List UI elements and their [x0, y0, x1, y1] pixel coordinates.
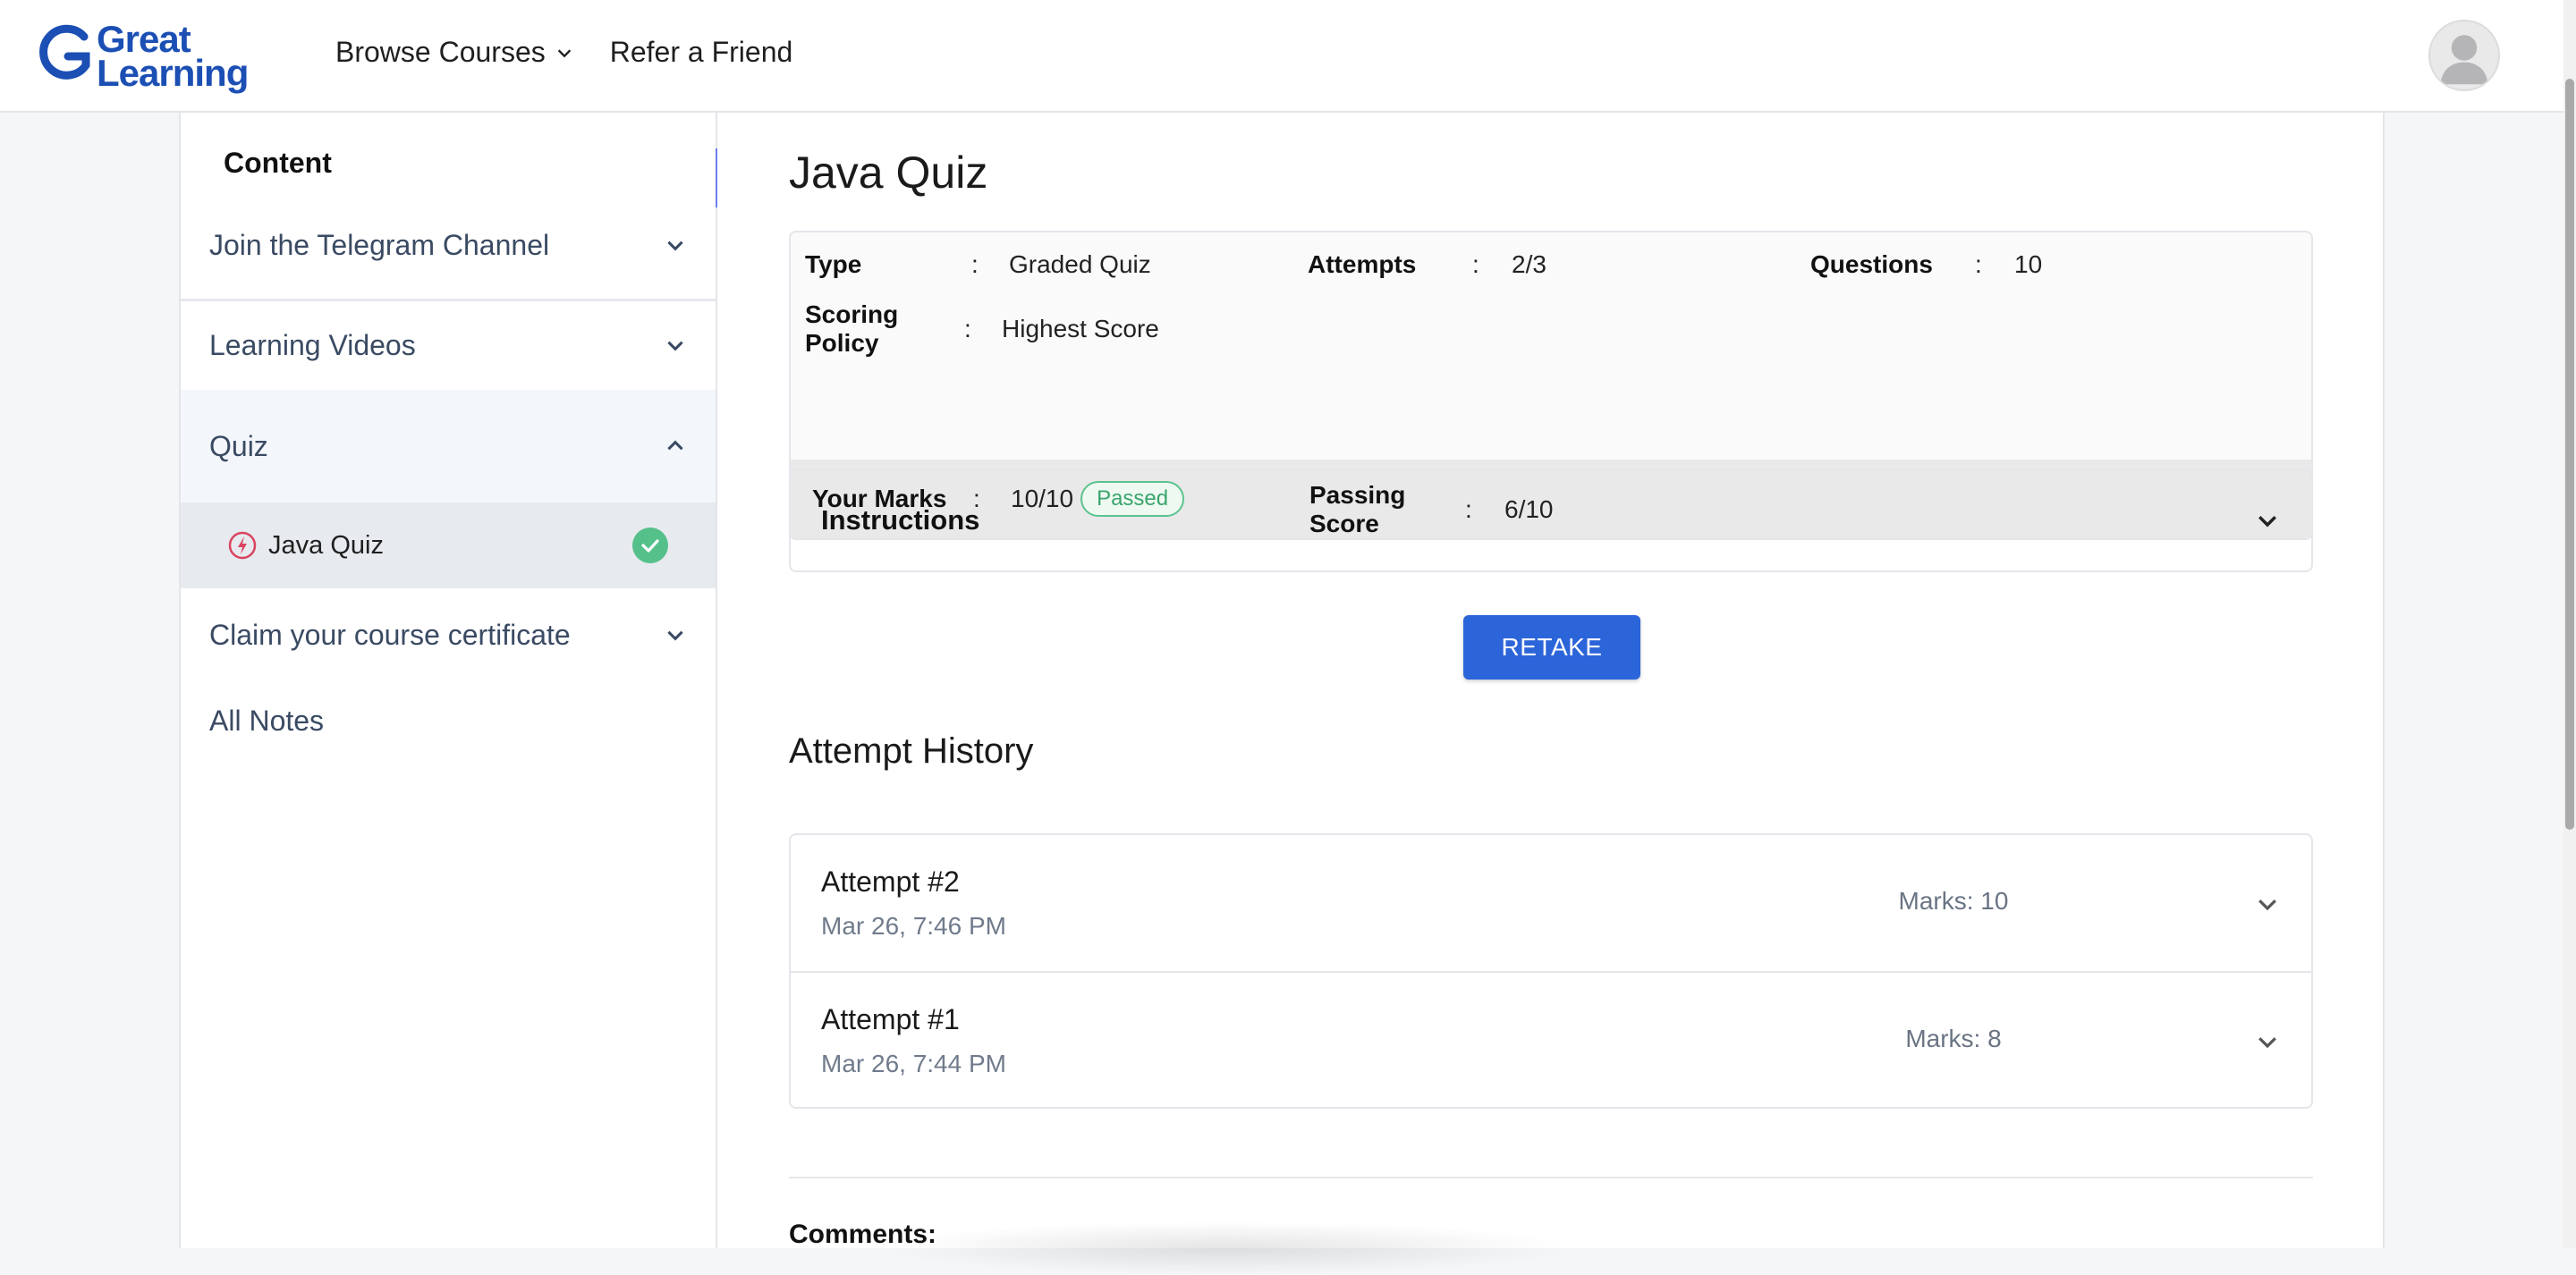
sidebar-item-label: Java Quiz — [268, 530, 384, 560]
chevron-down-icon — [557, 48, 572, 57]
browse-courses-menu[interactable]: Browse Courses — [335, 36, 574, 69]
type-label: Type — [805, 250, 862, 278]
attempt-title: Attempt #1 — [821, 1003, 960, 1035]
sidebar-item-label: Learning Videos — [209, 328, 416, 361]
info-questions: Questions : 10 — [1810, 250, 2042, 279]
refer-a-friend-link[interactable]: Refer a Friend — [610, 36, 793, 69]
sidebar-item-label: Join the Telegram Channel — [209, 228, 550, 261]
info-scoring-policy: Scoring Policy : Highest Score — [805, 300, 1159, 358]
attempts-label: Attempts — [1308, 250, 1417, 278]
chevron-down-icon[interactable] — [2254, 891, 2281, 917]
info-type: Type : Graded Quiz — [805, 250, 1151, 279]
sidebar-item-java-quiz[interactable]: Java Quiz — [181, 502, 716, 588]
retake-button[interactable]: RETAKE — [1463, 615, 1640, 680]
sidebar-item-label: Claim your course certificate — [209, 618, 571, 651]
great-learning-logo[interactable]: Great Learning — [39, 16, 249, 97]
sidebar-item-certificate[interactable]: Claim your course certificate — [181, 592, 716, 678]
sidebar-item-telegram[interactable]: Join the Telegram Channel — [181, 209, 716, 281]
attempt-history-title: Attempt History — [789, 731, 1034, 771]
toast-shadow — [878, 1221, 1576, 1275]
main-content: Java Quiz Type : Graded Quiz Attempts : … — [717, 113, 2385, 1275]
questions-value: 10 — [2014, 250, 2043, 278]
sidebar-item-label: All Notes — [209, 704, 325, 737]
instructions-accordion[interactable]: Instructions — [789, 469, 2313, 572]
colon: : — [964, 315, 971, 342]
attempt-date: Mar 26, 7:44 PM — [821, 1050, 1006, 1077]
chevron-down-icon — [667, 341, 683, 351]
scoring-policy-value: Highest Score — [1002, 315, 1159, 342]
browse-courses-label: Browse Courses — [335, 36, 546, 68]
scoring-policy-label: Scoring Policy — [805, 300, 899, 357]
main-nav: Browse Courses Refer a Friend — [335, 36, 792, 69]
type-value: Graded Quiz — [1009, 250, 1151, 278]
page-scrollbar-thumb[interactable] — [2565, 79, 2574, 830]
attempt-row[interactable]: Attempt #1 Mar 26, 7:44 PM Marks: 8 — [791, 971, 2311, 1107]
check-circle-icon — [632, 528, 668, 563]
chevron-down-icon[interactable] — [2254, 1028, 2281, 1055]
sidebar-item-quiz[interactable]: Quiz — [181, 390, 716, 502]
user-icon — [2440, 35, 2488, 85]
chevron-down-icon — [667, 630, 683, 641]
page-title: Java Quiz — [789, 148, 988, 198]
info-attempts: Attempts : 2/3 — [1308, 250, 1546, 279]
chevron-up-icon — [667, 440, 683, 451]
questions-label: Questions — [1810, 250, 1933, 278]
attempt-date: Mar 26, 7:46 PM — [821, 912, 1006, 940]
logo-g-icon — [39, 24, 90, 80]
colon: : — [1975, 250, 1982, 278]
quiz-icon — [228, 531, 257, 560]
attempt-row[interactable]: Attempt #2 Mar 26, 7:46 PM Marks: 10 — [791, 835, 2311, 971]
attempt-marks: Marks: 10 — [1898, 887, 2009, 915]
sidebar-item-learning-videos[interactable]: Learning Videos — [181, 302, 716, 388]
sidebar-item-label: Quiz — [209, 429, 268, 462]
sidebar-divider — [181, 299, 716, 301]
section-divider — [789, 1177, 2313, 1178]
content-sidebar: Content Join the Telegram Channel Learni… — [179, 113, 717, 1248]
logo-line-2: Learning — [97, 52, 249, 94]
instructions-label: Instructions — [821, 504, 980, 536]
sidebar-item-all-notes[interactable]: All Notes — [181, 678, 716, 764]
attempt-title: Attempt #2 — [821, 865, 960, 898]
attempt-history-list: Attempt #2 Mar 26, 7:46 PM Marks: 10 Att… — [789, 833, 2313, 1109]
top-header: Great Learning Browse Courses Refer a Fr… — [0, 0, 2576, 113]
colon: : — [1472, 250, 1479, 278]
chevron-down-icon — [667, 241, 683, 251]
attempt-marks: Marks: 8 — [1905, 1025, 2002, 1052]
refer-a-friend-label: Refer a Friend — [609, 36, 793, 68]
comments-label: Comments: — [789, 1220, 937, 1249]
user-avatar[interactable] — [2428, 20, 2500, 91]
logo-text: Great Learning — [97, 21, 249, 94]
chevron-down-icon — [2258, 516, 2276, 528]
attempts-value: 2/3 — [1512, 250, 1546, 278]
sidebar-title: Content — [224, 147, 332, 179]
colon: : — [971, 250, 979, 278]
